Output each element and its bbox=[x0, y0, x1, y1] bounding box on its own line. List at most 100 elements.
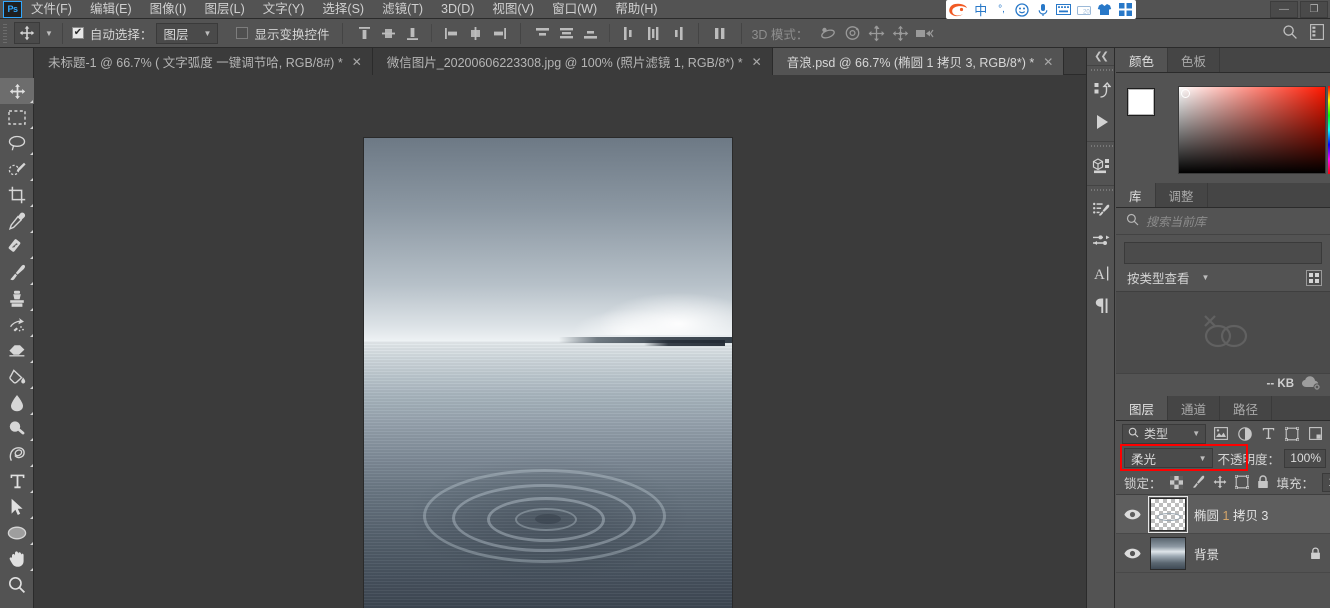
3d-panel-icon[interactable] bbox=[1087, 150, 1116, 182]
close-icon[interactable]: ✕ bbox=[352, 56, 362, 68]
filter-type-icon[interactable] bbox=[1259, 424, 1277, 444]
tool-blur[interactable] bbox=[0, 390, 34, 416]
auto-select-checkbox[interactable]: ✔ bbox=[72, 27, 84, 39]
tool-dodge[interactable] bbox=[0, 416, 34, 442]
workspace-switcher-icon[interactable] bbox=[1310, 24, 1324, 43]
tab-layers[interactable]: 图层 bbox=[1116, 396, 1168, 420]
lock-artboard-nesting-icon[interactable] bbox=[1235, 474, 1249, 490]
fill-value-field[interactable]: 100% bbox=[1322, 473, 1330, 492]
color-spectrum-field[interactable] bbox=[1178, 86, 1326, 174]
eye-icon[interactable] bbox=[1122, 548, 1142, 559]
menu-type[interactable]: 文字(Y) bbox=[254, 0, 314, 19]
close-icon[interactable]: ✕ bbox=[752, 56, 762, 68]
align-top-edges-icon[interactable] bbox=[352, 22, 376, 44]
rail-grip[interactable] bbox=[1087, 186, 1114, 194]
lock-position-icon[interactable] bbox=[1213, 474, 1227, 490]
tool-ellipse-shape[interactable] bbox=[0, 520, 34, 546]
document-tab-yinlang-psd[interactable]: 音浪.psd @ 66.7% (椭圆 1 拷贝 3, RGB/8*) * ✕ bbox=[773, 48, 1065, 75]
menu-file[interactable]: 文件(F) bbox=[22, 0, 81, 19]
lock-image-pixels-icon[interactable] bbox=[1191, 474, 1205, 490]
filter-adjustment-icon[interactable] bbox=[1236, 424, 1254, 444]
actions-play-icon[interactable] bbox=[1087, 106, 1116, 138]
menu-3d[interactable]: 3D(D) bbox=[432, 0, 483, 19]
tab-paths[interactable]: 路径 bbox=[1220, 396, 1272, 420]
rail-grip[interactable] bbox=[1087, 66, 1114, 74]
document-canvas[interactable] bbox=[364, 138, 732, 608]
tool-pen[interactable] bbox=[0, 442, 34, 468]
sogou-ime-toolbar[interactable]: 中 °, 20 bbox=[946, 0, 1136, 19]
layer-name[interactable]: 背景 bbox=[1194, 544, 1300, 563]
tool-crop[interactable] bbox=[0, 182, 34, 208]
distribute-vertical-centers-icon[interactable] bbox=[554, 22, 578, 44]
collapse-panels-icon[interactable]: ❮❮ bbox=[1087, 48, 1114, 65]
history-panel-icon[interactable] bbox=[1087, 74, 1116, 106]
align-right-edges-icon[interactable] bbox=[487, 22, 511, 44]
tool-rectangular-marquee[interactable] bbox=[0, 104, 34, 130]
close-icon[interactable]: ✕ bbox=[1043, 56, 1053, 68]
paragraph-panel-icon[interactable] bbox=[1087, 290, 1116, 322]
lock-all-icon[interactable] bbox=[1257, 474, 1269, 490]
tool-hand[interactable] bbox=[0, 546, 34, 572]
cloud-offline-icon[interactable] bbox=[1301, 375, 1321, 393]
ime-soft-keyboard-icon[interactable] bbox=[1053, 0, 1074, 19]
distribute-right-edges-icon[interactable] bbox=[665, 22, 689, 44]
align-horizontal-centers-icon[interactable] bbox=[463, 22, 487, 44]
tool-eyedropper[interactable] bbox=[0, 208, 34, 234]
filter-shape-icon[interactable] bbox=[1283, 424, 1301, 444]
tab-color[interactable]: 颜色 bbox=[1116, 48, 1168, 72]
layer-name[interactable]: 椭圆 1 拷贝 3 bbox=[1194, 505, 1322, 524]
tool-clone-stamp[interactable] bbox=[0, 286, 34, 312]
ime-more-icon[interactable] bbox=[1115, 0, 1136, 19]
menu-select[interactable]: 选择(S) bbox=[313, 0, 373, 19]
move-tool-icon[interactable] bbox=[14, 22, 40, 44]
slide-3d-icon[interactable] bbox=[888, 22, 912, 44]
menu-image[interactable]: 图像(I) bbox=[141, 0, 196, 19]
align-vertical-centers-icon[interactable] bbox=[376, 22, 400, 44]
tool-paint-bucket[interactable] bbox=[0, 364, 34, 390]
distribute-top-edges-icon[interactable] bbox=[530, 22, 554, 44]
options-bar-grip[interactable] bbox=[0, 19, 10, 48]
tool-spot-healing-brush[interactable] bbox=[0, 234, 34, 260]
roll-3d-icon[interactable] bbox=[840, 22, 864, 44]
rail-grip[interactable] bbox=[1087, 142, 1114, 150]
tab-adjustments[interactable]: 调整 bbox=[1156, 183, 1208, 207]
document-tab-untitled-1[interactable]: 未标题-1 @ 66.7% ( 文字弧度 一键调节哈, RGB/8#) * ✕ bbox=[34, 48, 373, 75]
menu-view[interactable]: 视图(V) bbox=[483, 0, 543, 19]
distribute-left-edges-icon[interactable] bbox=[617, 22, 641, 44]
restore-button[interactable]: ❐ bbox=[1300, 1, 1328, 18]
brush-presets-icon[interactable] bbox=[1087, 194, 1116, 226]
layer-row-background[interactable]: 背景 bbox=[1116, 534, 1330, 573]
auto-select-scope-dropdown[interactable]: 图层 ▼ bbox=[156, 23, 218, 44]
menu-help[interactable]: 帮助(H) bbox=[606, 0, 666, 19]
lock-transparent-pixels-icon[interactable] bbox=[1170, 474, 1183, 490]
show-transform-controls-checkbox[interactable]: ✔ bbox=[236, 27, 248, 39]
tool-brush[interactable] bbox=[0, 260, 34, 286]
ime-language-mode-icon[interactable]: 中 bbox=[970, 0, 991, 19]
layer-thumbnail[interactable] bbox=[1150, 498, 1186, 531]
distribute-horizontal-centers-icon[interactable] bbox=[641, 22, 665, 44]
library-view-mode[interactable]: 按类型查看 ▼ bbox=[1127, 268, 1209, 287]
minimize-button[interactable]: — bbox=[1270, 1, 1298, 18]
distribute-spacing-icon[interactable] bbox=[708, 22, 732, 44]
tool-quick-selection[interactable] bbox=[0, 156, 34, 182]
opacity-value-field[interactable]: 100% bbox=[1284, 449, 1326, 468]
menu-edit[interactable]: 编辑(E) bbox=[81, 0, 141, 19]
menu-layer[interactable]: 图层(L) bbox=[195, 0, 253, 19]
zoom-3d-camera-icon[interactable] bbox=[912, 22, 936, 44]
tool-history-brush[interactable] bbox=[0, 312, 34, 338]
align-bottom-edges-icon[interactable] bbox=[400, 22, 424, 44]
tool-path-selection[interactable] bbox=[0, 494, 34, 520]
brush-settings-icon[interactable] bbox=[1087, 226, 1116, 258]
ime-skin-icon[interactable] bbox=[1095, 0, 1116, 19]
ime-punctuation-mode-icon[interactable]: °, bbox=[991, 0, 1012, 19]
blend-mode-dropdown[interactable]: 柔光 ▼ bbox=[1124, 448, 1213, 468]
library-search-row[interactable]: 搜索当前库 bbox=[1116, 208, 1330, 235]
search-icon[interactable] bbox=[1282, 24, 1298, 43]
tab-channels[interactable]: 通道 bbox=[1168, 396, 1220, 420]
layer-thumbnail[interactable] bbox=[1150, 537, 1186, 570]
pan-3d-icon[interactable] bbox=[864, 22, 888, 44]
layer-filter-type-dropdown[interactable]: 类型 ▼ bbox=[1122, 424, 1206, 444]
align-left-edges-icon[interactable] bbox=[439, 22, 463, 44]
library-selector-combo[interactable] bbox=[1124, 242, 1322, 264]
eye-icon[interactable] bbox=[1122, 509, 1142, 520]
